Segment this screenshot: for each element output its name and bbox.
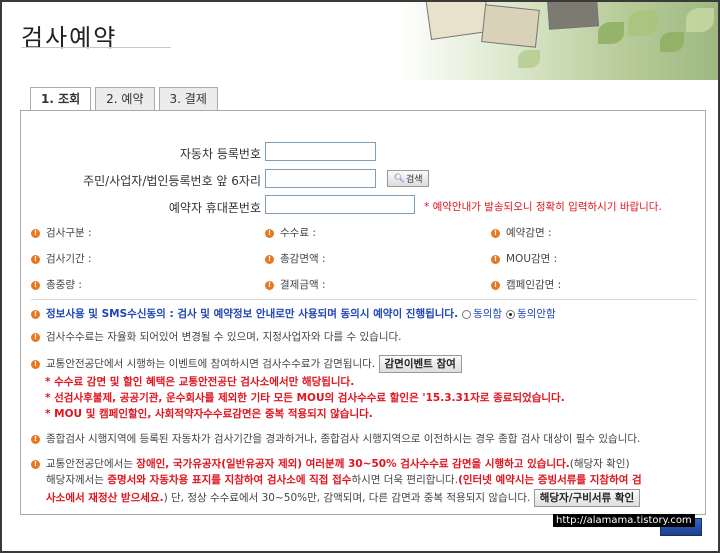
notice-icon: ! (491, 228, 500, 238)
info-label: MOU감면 : (506, 253, 558, 265)
event-red-note-3: * MOU 및 캠페인할인, 사회적약자수수료감면은 중복 적용되지 않습니다. (45, 408, 373, 420)
info-label: 검사기간 : (46, 253, 92, 265)
notice-icon: ! (491, 254, 500, 264)
event-notice: ! 교통안전공단에서 시행하는 이벤트에 참여하시면 검사수수료가 감면됩니다. … (31, 355, 697, 373)
fee-notice: ! 검사수수료는 자율화 되어있어 변경될 수 있으며, 지정사업자와 다를 수 … (31, 329, 697, 345)
search-button[interactable]: 🔍︎ 검색 (387, 170, 429, 187)
info-label: 총감면액 : (280, 253, 326, 265)
notice-icon: ! (31, 359, 40, 369)
disc-text-red: 장애인, 국가유공자(일반유공자 제외) 여러분께 30~50% 검사수수료 감… (136, 458, 570, 470)
agree-label[interactable]: 동의함 (473, 308, 502, 320)
consent-text: 정보사용 및 SMS수신동의 : 검사 및 예약정보 안내로만 사용되며 동의시… (46, 308, 459, 320)
agree-radio[interactable] (462, 309, 472, 319)
disc-text-b: (해당자 확인) (569, 458, 630, 470)
header-decoration-image (398, 2, 718, 80)
watermark: http://alamama.tistory.com (553, 514, 695, 527)
info-inspection-type: ! 검사구분 : (31, 225, 92, 240)
notice-icon: ! (31, 459, 40, 469)
disc-text-c: 해당자께서는 (46, 474, 108, 486)
discount-event-button[interactable]: 감면이벤트 참여 (378, 355, 462, 373)
consent-row: ! 정보사용 및 SMS수신동의 : 검사 및 예약정보 안내로만 사용되며 동의… (31, 306, 697, 322)
disc-text-red3: (인터넷 예약시는 증빙서류를 지참하여 검 (458, 474, 642, 486)
event-notice-text: 교통안전공단에서 시행하는 이벤트에 참여하시면 검사수수료가 감면됩니다. (46, 358, 376, 370)
phone-label: 예약자 휴대폰번호 (168, 201, 261, 215)
phone-note: * 예약안내가 발송되오니 정확히 입력하시기 바랍니다. (424, 201, 662, 213)
info-label: 검사구분 : (46, 227, 92, 239)
info-campaign-discount: ! 캠페인감면 : (491, 277, 561, 292)
disability-discount-detail-2: 사소에서 재정산 받으세요.) 단, 정상 수수료에서 30~50%만, 감액되… (46, 489, 696, 507)
info-label: 예약감면 : (506, 227, 552, 239)
disability-discount-detail: 해당자께서는 증명서와 자동차용 표지를 지참하여 검사소에 직접 접수하시면 … (46, 472, 696, 488)
info-payment-amount: ! 결제금액 : (265, 277, 326, 292)
id-number-input[interactable] (265, 169, 376, 188)
notice-icon: ! (265, 280, 274, 290)
disc-text-e: ) 단, 정상 수수료에서 30~50%만, 감액되며, 다른 감면과 중복 적… (163, 492, 531, 504)
info-total-weight: ! 총중량 : (31, 277, 82, 292)
notice-icon: ! (265, 254, 274, 264)
disability-discount-notice: ! 교통안전공단에서는 장애인, 국가유공자(일반유공자 제외) 여러분께 30~… (31, 456, 697, 472)
disc-text-d: 하시면 더욱 편리합니다. (351, 474, 459, 486)
notice-icon: ! (31, 434, 40, 444)
info-reservation-discount: ! 예약감면 : (491, 225, 552, 240)
eligibility-documents-button[interactable]: 해당자/구비서류 확인 (533, 489, 641, 507)
car-reg-label: 자동차 등록번호 (179, 147, 261, 161)
event-red-note-2: * 선검사후불제, 공공기관, 운수회사를 제외한 기타 모든 MOU의 검사수… (45, 392, 565, 404)
tab-inquiry[interactable]: 1. 조회 (30, 87, 92, 112)
combined-notice-text: 종합검사 시행지역에 등록된 자동차가 검사기간을 경과하거나, 종합검사 시행… (46, 433, 641, 445)
divider (31, 299, 697, 300)
tab-payment[interactable]: 3. 결제 (158, 87, 218, 111)
id-number-label: 주민/사업자/법인등록번호 앞 6자리 (83, 174, 261, 188)
tab-reservation[interactable]: 2. 예약 (95, 87, 155, 111)
info-inspection-period: ! 검사기간 : (31, 251, 92, 266)
notice-icon: ! (491, 280, 500, 290)
notice-icon: ! (31, 254, 40, 264)
tab-bar: 1. 조회 2. 예약 3. 결제 (30, 87, 218, 112)
info-label: 결제금액 : (280, 279, 326, 291)
disc-text-a: 교통안전공단에서는 (46, 458, 137, 470)
info-total-discount: ! 총감면액 : (265, 251, 326, 266)
disagree-label[interactable]: 동의안함 (517, 308, 556, 320)
search-button-label: 검색 (405, 175, 423, 185)
notice-icon: ! (265, 228, 274, 238)
car-reg-input[interactable] (265, 142, 376, 161)
info-label: 총중량 : (46, 279, 82, 291)
inquiry-panel: 자동차 등록번호 주민/사업자/법인등록번호 앞 6자리 🔍︎ 검색 예약자 휴… (20, 110, 706, 515)
fee-notice-text: 검사수수료는 자율화 되어있어 변경될 수 있으며, 지정사업자와 다를 수 있… (46, 331, 402, 343)
disc-text-red2: 증명서와 자동차용 표지를 지참하여 검사소에 직접 접수 (107, 474, 352, 486)
notice-icon: ! (31, 228, 40, 238)
notice-icon: ! (31, 332, 40, 342)
title-underline (21, 47, 171, 48)
notice-icon: ! (31, 309, 40, 319)
info-label: 수수료 : (280, 227, 316, 239)
notice-icon: ! (31, 280, 40, 290)
magnifier-icon: 🔍︎ (393, 173, 405, 184)
combined-inspection-notice: ! 종합검사 시행지역에 등록된 자동차가 검사기간을 경과하거나, 종합검사 시… (31, 431, 697, 447)
disc-text-red4: 사소에서 재정산 받으세요. (46, 492, 164, 504)
info-fee: ! 수수료 : (265, 225, 316, 240)
page-header: 검사예약 (2, 2, 718, 80)
phone-input[interactable] (265, 195, 415, 214)
disagree-radio[interactable] (506, 309, 516, 319)
info-label: 캠페인감면 : (506, 279, 562, 291)
event-red-note-1: * 수수료 감면 및 할인 혜택은 교통안전공단 검사소에서만 해당됩니다. (45, 376, 355, 388)
info-mou-discount: ! MOU감면 : (491, 251, 557, 266)
